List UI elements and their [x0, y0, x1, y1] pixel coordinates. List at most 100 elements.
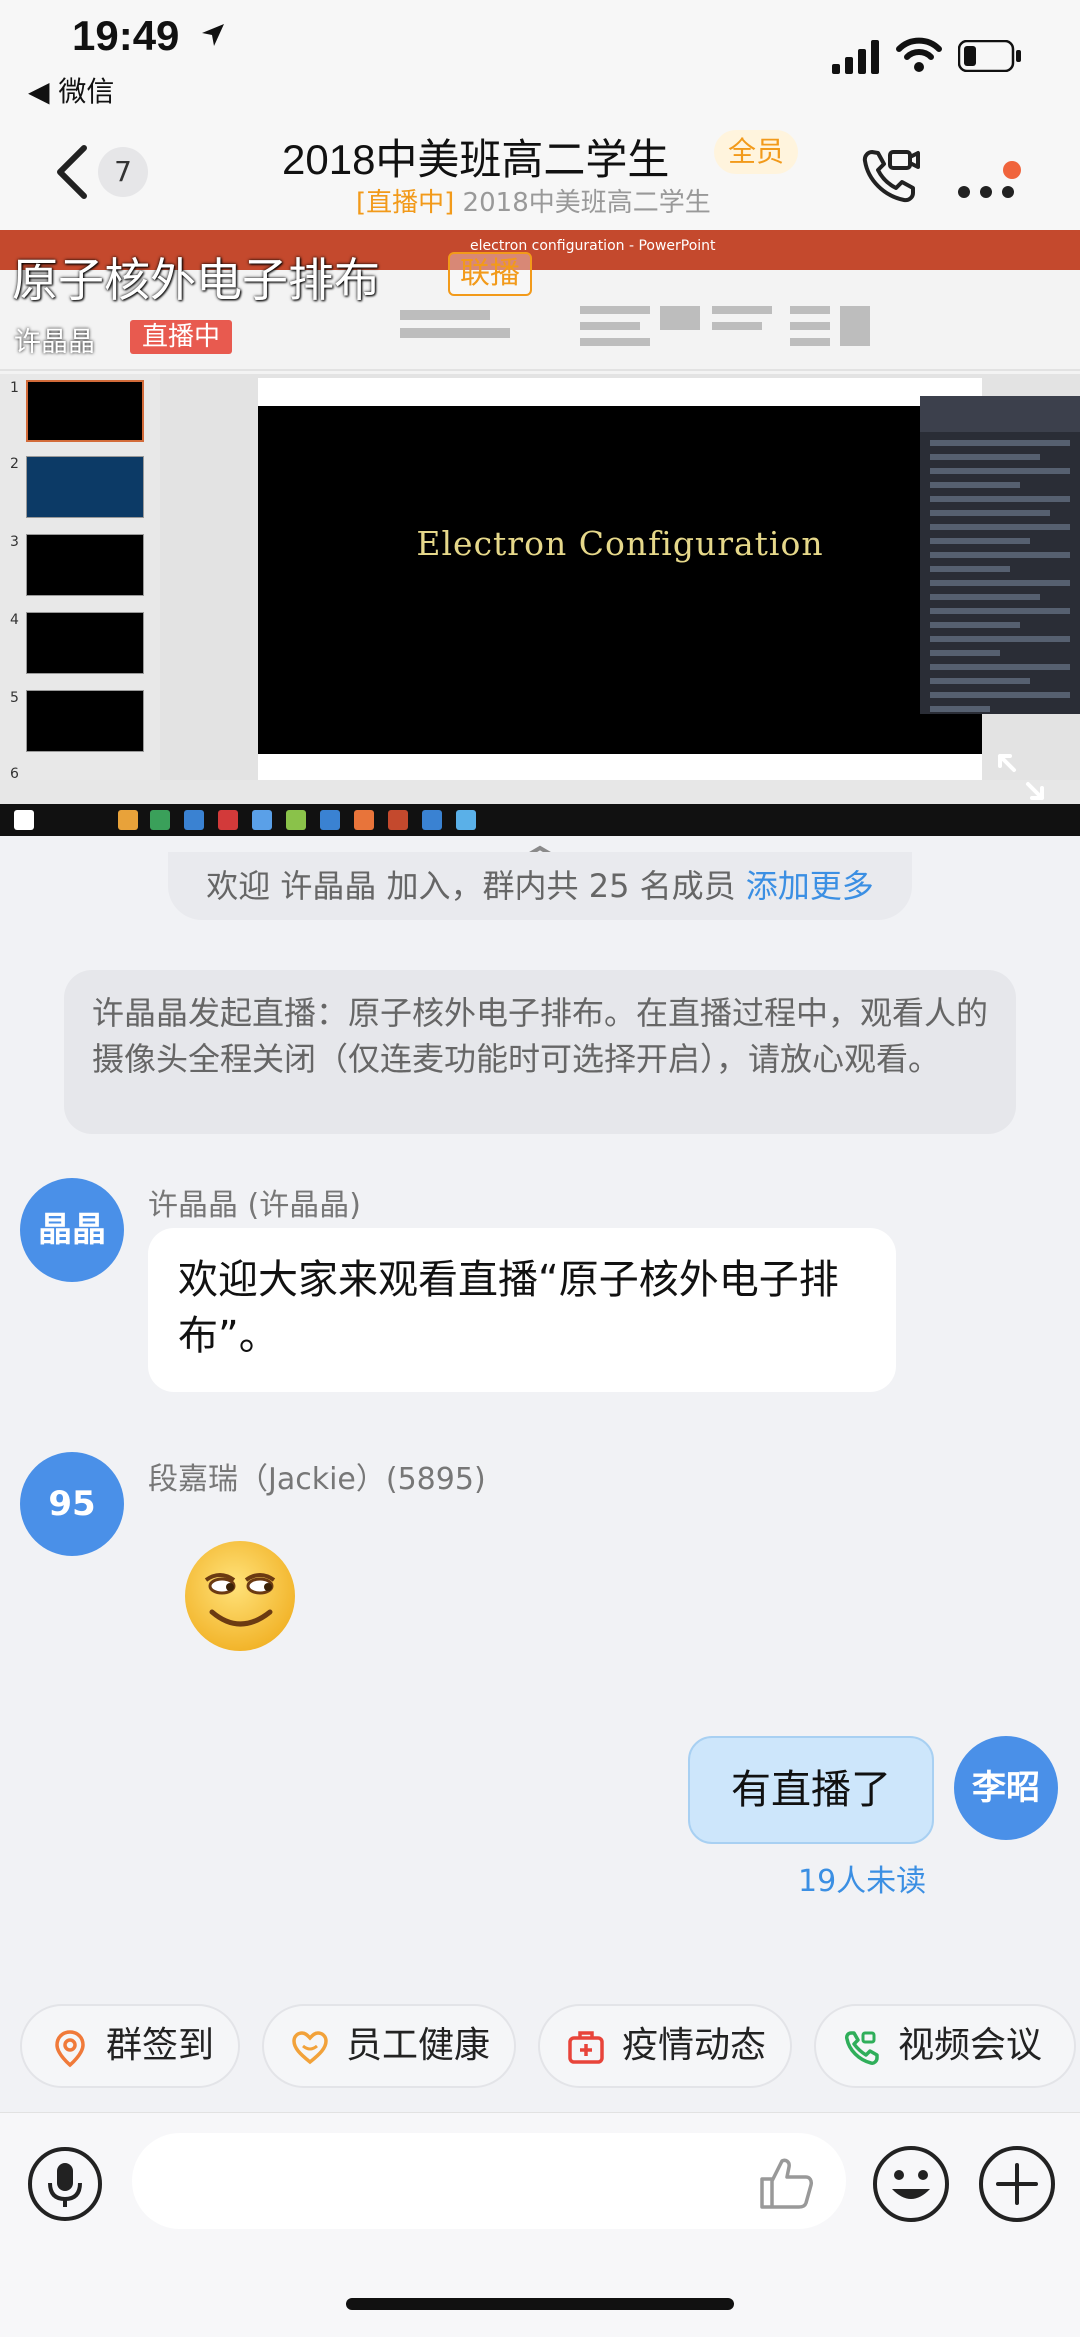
live-group-name: 2018中美班高二学生: [454, 188, 711, 218]
chat-line: [930, 552, 1070, 558]
thumb-number: 1: [10, 380, 19, 396]
chat-line: [930, 622, 1020, 628]
slide-thumbnail[interactable]: [26, 380, 144, 442]
slide-margin: [258, 378, 982, 406]
quick-action-label: 群签到: [106, 2025, 215, 2066]
medical-kit-icon: [568, 2031, 604, 2064]
quick-action-label: 疫情动态: [622, 2025, 767, 2066]
live-badge: 直播中: [130, 320, 233, 354]
thumb-number: 4: [10, 612, 19, 628]
sender-name: 段嘉瑞（Jackie）(5895): [148, 1462, 486, 1497]
chat-line: [930, 566, 1010, 572]
chat-line: [930, 636, 1070, 642]
heart-icon: [292, 2031, 328, 2065]
chat-line: [930, 538, 1030, 544]
slide-thumbnail[interactable]: [26, 612, 144, 674]
thumbs-up-icon[interactable]: [756, 2153, 816, 2213]
slide-thumbnail[interactable]: [26, 534, 144, 596]
more-options-icon[interactable]: [954, 142, 1024, 206]
chat-line: [930, 650, 1000, 656]
live-subtitle[interactable]: [直播中] 2018中美班高二学生: [356, 182, 711, 219]
quick-actions: 群签到 员工健康 疫情动态 视频会议: [0, 2004, 1080, 2096]
back-to-wechat[interactable]: ◀ 微信: [28, 70, 114, 110]
live-video-player[interactable]: electron configuration - PowerPoint 1 2 …: [0, 230, 1080, 836]
slide-thumbnail[interactable]: [26, 456, 144, 518]
quick-action-checkin[interactable]: 群签到: [20, 2004, 240, 2088]
live-status: [直播中]: [356, 188, 455, 218]
voice-input-icon[interactable]: [26, 2145, 104, 2223]
quick-action-label: 员工健康: [346, 2025, 491, 2066]
message-input[interactable]: [132, 2133, 846, 2229]
unread-readers-count[interactable]: 19人未读: [798, 1856, 926, 1900]
own-message-bubble[interactable]: 有直播了: [688, 1736, 934, 1844]
all-members-tag: 全员: [714, 130, 799, 174]
quick-action-label: 视频会议: [898, 2025, 1043, 2066]
wifi-icon: [896, 37, 942, 72]
location-pin-icon: [55, 2030, 85, 2068]
chat-line: [930, 608, 1070, 614]
app-icon: [422, 810, 442, 830]
fullscreen-icon[interactable]: [994, 750, 1048, 804]
group-title[interactable]: 2018中美班高二学生: [282, 126, 669, 187]
add-more-icon[interactable]: [976, 2143, 1058, 2225]
unread-count-badge[interactable]: 7: [98, 147, 148, 197]
avatar[interactable]: 晶晶: [20, 1178, 124, 1282]
emoji-icon[interactable]: [870, 2143, 952, 2225]
smirk-emoji[interactable]: [180, 1536, 300, 1656]
status-bar: 19:49 ◀ 微信: [0, 0, 1080, 120]
chat-line: [930, 706, 990, 712]
start-icon: [14, 810, 34, 830]
ppt-workspace: 1 2 3 4 5 6 Electron Configuration: [0, 374, 1080, 784]
panel-header: [920, 396, 1080, 432]
chat-line: [930, 678, 1030, 684]
join-notice: 欢迎 许晶晶 加入，群内共 25 名成员 添加更多: [168, 852, 912, 920]
join-text: 欢迎 许晶晶 加入，群内共 25 名成员: [206, 867, 746, 905]
live-topic-title: 原子核外电子排布: [12, 253, 380, 307]
own-avatar[interactable]: 李昭: [954, 1736, 1058, 1840]
location-arrow-icon: [202, 24, 224, 46]
home-indicator[interactable]: [346, 2298, 734, 2310]
browser-icon: [184, 810, 204, 830]
battery-icon: [958, 40, 1021, 72]
chat-header: 7 2018中美班高二学生 全员 [直播中] 2018中美班高二学生: [0, 120, 1080, 230]
quick-action-video-meeting[interactable]: 视频会议: [814, 2004, 1076, 2088]
chat-line: [930, 580, 1070, 586]
phone-video-call-icon[interactable]: [858, 144, 922, 208]
chat-line: [930, 594, 1040, 600]
chat-line: [930, 440, 1070, 446]
video-call-icon: [845, 2031, 879, 2065]
app-icon: [252, 810, 272, 830]
app-icon: [320, 810, 340, 830]
chat-line: [930, 468, 1070, 474]
host-name: 许晶晶: [14, 327, 95, 358]
slide-thumbnails: 1 2 3 4 5 6: [0, 374, 160, 782]
sender-name: 许晶晶 (许晶晶): [148, 1188, 361, 1223]
app-icon: [456, 810, 476, 830]
cellular-signal-icon: [832, 40, 879, 74]
joint-broadcast-tag: 联播: [448, 252, 532, 296]
chat-line: [930, 482, 1020, 488]
back-arrow-icon[interactable]: [52, 142, 92, 202]
current-slide: Electron Configuration: [258, 406, 982, 754]
thumb-number: 5: [10, 690, 19, 706]
clock: 19:49: [72, 12, 180, 59]
app-icon: [218, 810, 238, 830]
thumb-number: 3: [10, 534, 19, 550]
chat-line: [930, 496, 1070, 502]
quick-action-epidemic[interactable]: 疫情动态: [538, 2004, 792, 2088]
add-more-link[interactable]: 添加更多: [746, 867, 874, 905]
live-start-notice: 许晶晶发起直播：原子核外电子排布。在直播过程中，观看人的摄像头全程关闭（仅连麦功…: [64, 970, 1016, 1134]
app-icon: [150, 810, 170, 830]
chat-line: [930, 454, 1040, 460]
app-icon: [286, 810, 306, 830]
app-icon: [354, 810, 374, 830]
avatar[interactable]: 95: [20, 1452, 124, 1556]
ppt-status-bar: [0, 780, 1080, 804]
chat-line: [930, 664, 1070, 670]
chat-line: [930, 692, 1070, 698]
powerpoint-icon: [388, 810, 408, 830]
quick-action-health[interactable]: 员工健康: [262, 2004, 516, 2088]
message-bubble[interactable]: 欢迎大家来观看直播“原子核外电子排布”。: [148, 1228, 896, 1392]
slide-title: Electron Configuration: [416, 524, 824, 563]
slide-thumbnail[interactable]: [26, 690, 144, 752]
